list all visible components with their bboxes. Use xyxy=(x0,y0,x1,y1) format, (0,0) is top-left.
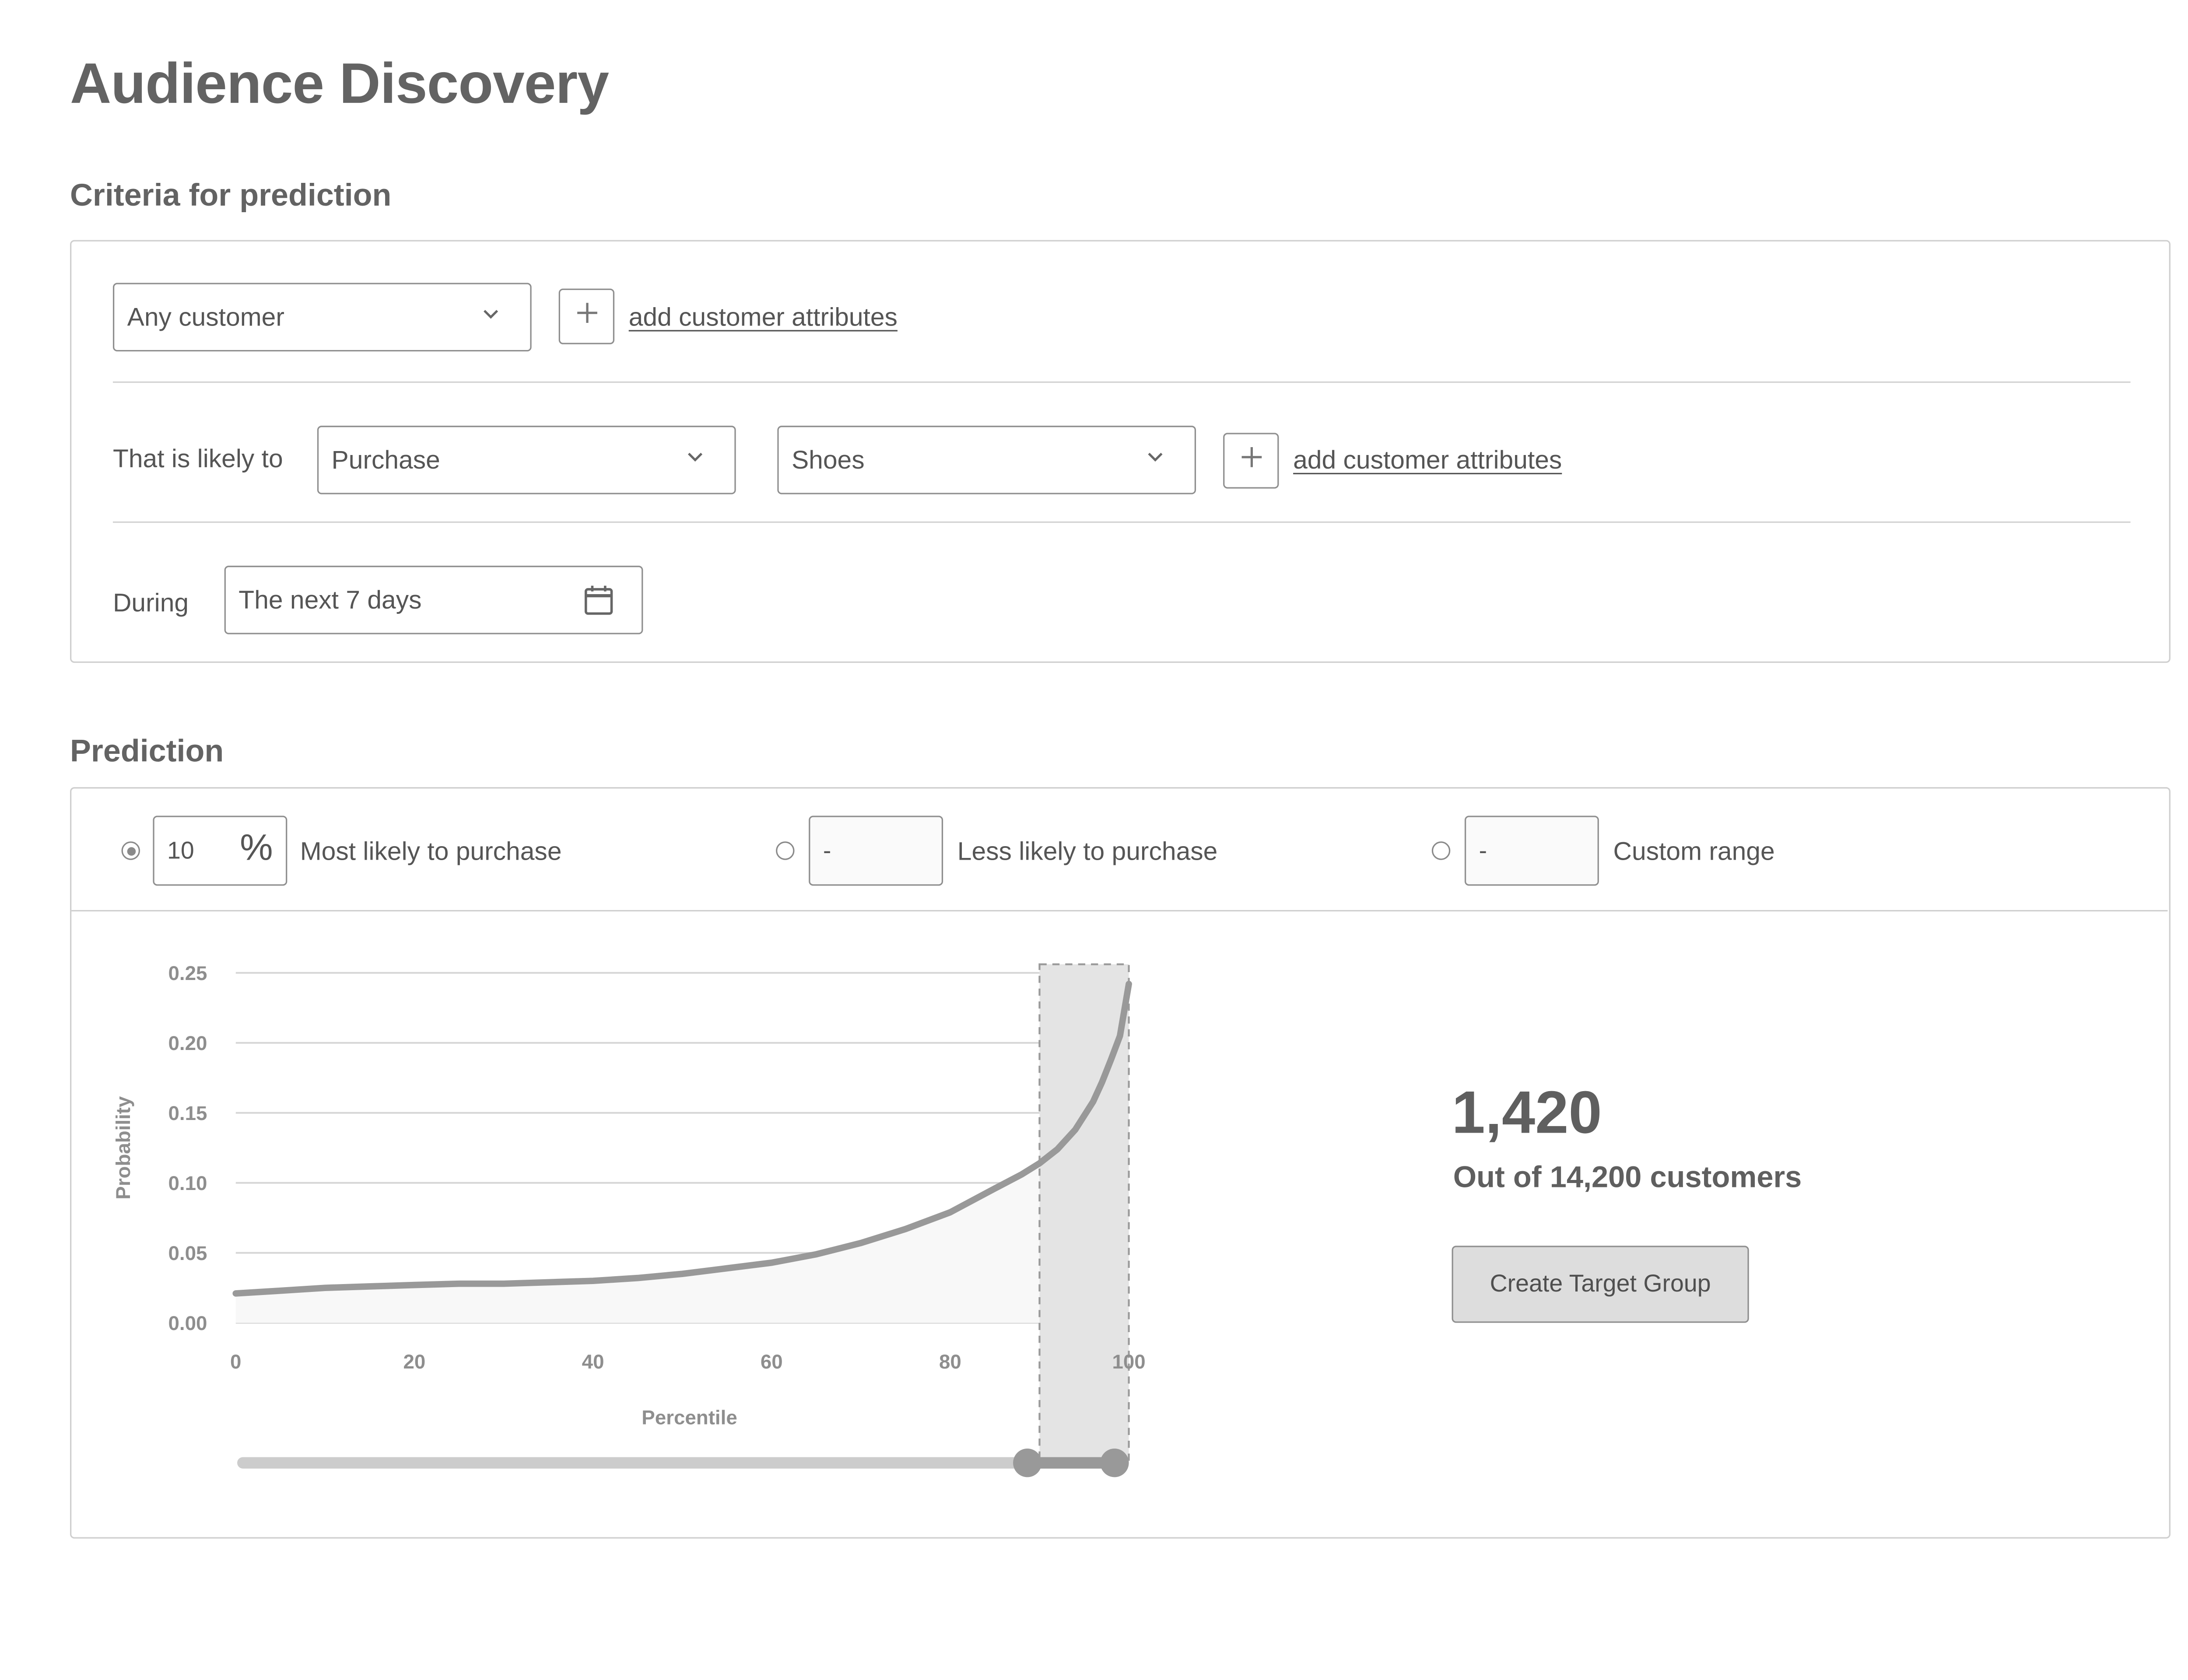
slider-handle-end[interactable] xyxy=(1100,1449,1129,1477)
add-product-attributes-link[interactable]: add customer attributes xyxy=(1293,446,1562,476)
customer-select[interactable]: Any customer xyxy=(112,283,532,352)
most-likely-percent-value: 10 xyxy=(167,836,194,864)
action-select[interactable]: Purchase xyxy=(317,426,736,494)
y-tick-label: 0.10 xyxy=(168,1172,207,1194)
most-likely-label: Most likely to purchase xyxy=(300,837,562,866)
y-axis-ticks: 0.00 0.05 0.10 0.15 0.20 0.25 xyxy=(168,962,207,1334)
divider xyxy=(112,521,2131,523)
chevron-down-icon xyxy=(483,306,499,322)
x-tick-label: 80 xyxy=(939,1351,961,1373)
custom-range-value: - xyxy=(1479,836,1487,864)
plus-icon xyxy=(1240,446,1262,476)
x-tick-label: 60 xyxy=(761,1351,783,1373)
customer-select-value: Any customer xyxy=(127,302,284,331)
less-likely-value: - xyxy=(823,836,831,864)
x-axis-ticks: 0 20 40 60 80 100 xyxy=(230,1351,1146,1373)
chevron-down-icon xyxy=(687,448,703,464)
add-customer-attributes-button[interactable] xyxy=(558,288,615,344)
radio-most-likely[interactable] xyxy=(121,841,140,860)
x-tick-label: 100 xyxy=(1112,1351,1145,1373)
y-tick-label: 0.15 xyxy=(168,1102,207,1124)
likely-label: That is likely to xyxy=(112,444,283,473)
custom-range-label: Custom range xyxy=(1613,837,1775,866)
product-select[interactable]: Shoes xyxy=(777,426,1196,494)
criteria-heading: Criteria for prediction xyxy=(70,177,392,213)
date-range-field[interactable]: The next 7 days xyxy=(224,566,643,634)
chevron-down-icon xyxy=(1147,448,1163,464)
matched-customer-count: 1,420 xyxy=(1452,1078,1602,1146)
calendar-icon[interactable] xyxy=(584,584,613,623)
y-tick-label: 0.00 xyxy=(168,1312,207,1334)
radio-selected-dot xyxy=(126,846,135,855)
criteria-panel: Any customer add customer attributes Tha… xyxy=(70,240,2170,663)
custom-range-input[interactable]: - xyxy=(1464,816,1599,886)
radio-less-likely[interactable] xyxy=(776,841,795,860)
divider xyxy=(71,910,2168,912)
x-tick-label: 40 xyxy=(582,1351,604,1373)
y-tick-label: 0.20 xyxy=(168,1032,207,1054)
slider-handle-start[interactable] xyxy=(1013,1449,1042,1477)
page-title: Audience Discovery xyxy=(70,52,609,116)
action-select-value: Purchase xyxy=(331,445,440,474)
during-label: During xyxy=(112,588,189,617)
probability-chart: 0.00 0.05 0.10 0.15 0.20 0.25 0 20 40 60 80 100 Pr… xyxy=(112,962,1146,1477)
total-customers-text: Out of 14,200 customers xyxy=(1453,1161,1802,1194)
radio-custom-range[interactable] xyxy=(1431,841,1451,860)
product-select-value: Shoes xyxy=(791,445,865,474)
less-likely-input[interactable]: - xyxy=(809,816,943,886)
x-axis-label: Percentile xyxy=(642,1407,737,1429)
plus-icon xyxy=(575,301,598,332)
create-target-group-button[interactable]: Create Target Group xyxy=(1452,1246,1749,1323)
y-tick-label: 0.05 xyxy=(168,1242,207,1264)
x-tick-label: 20 xyxy=(403,1351,426,1373)
y-axis-label: Probability xyxy=(112,1096,134,1200)
prediction-heading: Prediction xyxy=(70,733,224,769)
date-range-value: The next 7 days xyxy=(238,585,422,614)
divider xyxy=(112,381,2131,383)
x-tick-label: 0 xyxy=(230,1351,241,1373)
y-tick-label: 0.25 xyxy=(168,962,207,984)
percent-unit: % xyxy=(240,826,273,869)
most-likely-percent-input[interactable]: 10 % xyxy=(153,816,288,886)
add-customer-attributes-link[interactable]: add customer attributes xyxy=(629,303,898,333)
add-product-attributes-button[interactable] xyxy=(1223,433,1279,489)
less-likely-label: Less likely to purchase xyxy=(957,837,1218,866)
